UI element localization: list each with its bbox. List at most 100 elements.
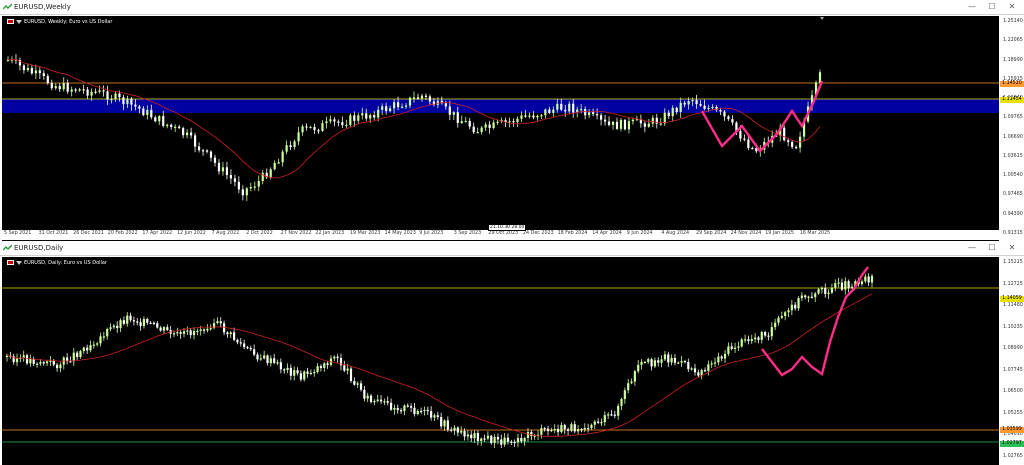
candle-body [225,167,229,175]
candle-body [595,114,599,116]
candle-body [416,97,420,99]
candle-body [548,109,551,113]
candle-body [337,121,340,123]
candle-body [695,100,698,105]
candle-body [480,438,483,441]
candle-body [396,102,400,107]
candle-body [205,150,209,152]
maximize-button[interactable]: ☐ [982,0,1002,14]
candle-body [720,356,723,359]
candle-body [392,102,396,109]
daily-chart-info: EURUSD, Daily: Euro vs US Dollar [7,259,107,267]
candle-body [583,427,586,430]
candle-body [424,95,428,97]
candle-body [343,365,346,371]
daily-symbol-description: EURUSD, Daily: Euro vs US Dollar [24,260,108,266]
candle-body [804,295,807,298]
candle-body [79,351,82,357]
candle-body [777,317,780,323]
weekly-title-bar[interactable]: EURUSD,Weekly — ☐ ✕ [0,0,1024,15]
date-label: 17 Apr 2022 [142,231,173,236]
date-label: 20 Feb 2022 [107,231,138,236]
close-button[interactable]: ✕ [1002,0,1022,14]
close-button[interactable]: ✕ [1002,241,1022,255]
daily-price-chart[interactable]: EURUSD, Daily: Euro vs US Dollar [2,257,999,465]
dropdown-icon [16,19,22,24]
daily-candles-plot [2,266,999,448]
date-label: 7 Aug 2022 [211,231,240,236]
date-label: 22 Jan 2023 [315,231,345,236]
daily-title-bar[interactable]: EURUSD,Daily — ☐ ✕ [0,241,1024,256]
candle-body [110,99,113,101]
minimize-button[interactable]: — [962,0,982,14]
candle-body [316,366,319,373]
candle-body [396,407,399,411]
candle-body [460,121,463,123]
candle-body [273,162,276,170]
candle-body [797,298,800,309]
price-tag: 1.02797 [1000,441,1024,447]
candle-body [22,65,26,71]
candle-body [293,370,296,376]
candle-body [611,121,615,125]
candle-body [154,117,157,122]
weekly-price-axis[interactable]: 1.251401.220651.189901.159151.128401.097… [999,16,1024,242]
candle-body [584,109,587,116]
candle-body [142,108,145,116]
candle-body [593,421,596,425]
candle-body [496,121,499,123]
candle-body [540,115,543,117]
weekly-time-axis[interactable]: 5 Sep 2021 31 Oct 2021 26 Dec 2021 20 Feb 2… [2,224,999,240]
candle-body [58,85,61,90]
candle-body [118,93,121,98]
candle-body [102,336,105,338]
candle-body [448,106,451,115]
price-label: 1.10235 [1003,324,1023,330]
candle-body [774,322,777,328]
candle-body [733,347,737,349]
candle-body [385,106,388,112]
candle-body [162,327,166,331]
candle-body [59,364,62,369]
candle-body [751,147,754,150]
daily-price-axis[interactable]: 1.15215 1.12725 1.11480 1.10235 1.08990 1.077… [999,257,1024,465]
candle-body [269,169,272,178]
candle-body [186,132,189,136]
date-label: 19 Mar 2023 [350,231,381,236]
candle-body [196,330,199,333]
candle-body [791,141,794,147]
candle-body [653,360,657,367]
candle-body [620,399,623,406]
candle-body [134,104,137,107]
candle-body [817,289,820,294]
price-label: 1.22065 [1003,38,1023,44]
candle-body [129,315,132,321]
candle-body [637,364,640,372]
candle-body [607,414,610,416]
candle-body [96,343,99,345]
candle-body [361,113,364,116]
candle-body [34,70,37,74]
candle-body [45,361,49,364]
price-label: 1.08990 [1003,346,1023,352]
price-label: 1.03615 [1003,153,1023,159]
candle-body [78,89,81,91]
candle-body [492,122,495,129]
candle-body [677,362,680,364]
candle-body [42,73,45,77]
maximize-button[interactable]: ☐ [982,241,1002,255]
candle-body [146,109,149,116]
candle-body [216,321,219,324]
candle-body [667,354,670,363]
candle-body [305,126,308,128]
candle-body [189,330,192,336]
candle-body [587,427,590,430]
candle-body [795,146,798,149]
minimize-button[interactable]: — [962,241,982,255]
weekly-price-chart[interactable]: EURUSD, Weekly: Euro vs US Dollar [2,16,999,256]
candle-body [464,120,467,123]
price-label: 0.91315 [1003,231,1023,236]
candle-body [132,320,136,322]
candle-body [713,362,717,364]
candle-body [800,295,803,299]
